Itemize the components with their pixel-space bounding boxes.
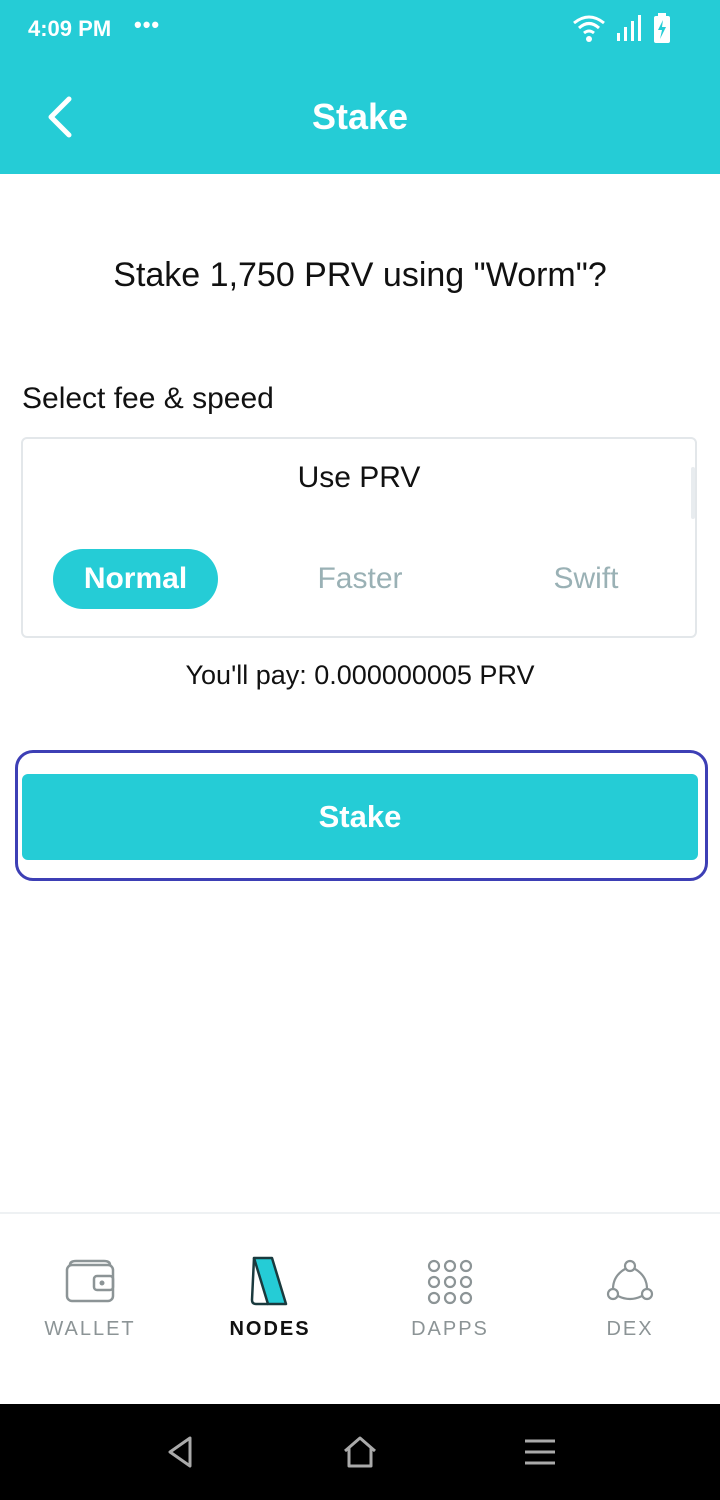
wallet-icon xyxy=(65,1259,115,1303)
wifi-icon xyxy=(573,15,605,42)
tab-label-wallet: WALLET xyxy=(44,1318,136,1340)
home-icon xyxy=(344,1436,376,1468)
fee-amount-text: You'll pay: 0.000000005 PRV xyxy=(185,660,535,690)
grid-icon xyxy=(427,1259,473,1305)
status-bar: 4:09 PM ••• xyxy=(0,0,720,60)
tab-label-dex: DEX xyxy=(606,1318,654,1340)
signal-icon xyxy=(617,15,641,41)
speed-option-normal[interactable]: Normal xyxy=(53,549,218,609)
fee-token-selector[interactable]: Use PRV xyxy=(23,461,695,495)
fee-selector-card: Use PRV Normal Faster Swift xyxy=(21,437,697,638)
tab-label-nodes: NODES xyxy=(229,1318,311,1340)
battery-icon xyxy=(654,13,670,43)
nav-home-button[interactable] xyxy=(335,1432,385,1472)
status-more-icon: ••• xyxy=(134,12,161,37)
system-navigation-bar xyxy=(0,1404,720,1500)
nav-back-button[interactable] xyxy=(155,1432,205,1472)
bottom-tab-bar: WALLET NODES DAPPS DEX xyxy=(0,1214,720,1404)
stake-button[interactable]: Stake xyxy=(22,774,698,860)
menu-icon xyxy=(525,1439,555,1465)
dex-icon xyxy=(606,1259,654,1301)
tab-nodes[interactable]: NODES xyxy=(180,1254,360,1341)
speed-option-swift[interactable]: Swift xyxy=(511,549,661,609)
page-title: Stake xyxy=(311,96,409,137)
status-time: 4:09 PM xyxy=(28,16,112,41)
stake-confirmation-question: Stake 1,750 PRV using "Worm"? xyxy=(113,256,607,294)
tab-dex[interactable]: DEX xyxy=(540,1254,720,1341)
app-bar: Stake xyxy=(0,60,720,174)
fee-section-label: Select fee & speed xyxy=(22,382,274,415)
tab-wallet[interactable]: WALLET xyxy=(0,1254,180,1341)
tab-label-dapps: DAPPS xyxy=(411,1318,489,1340)
tab-dapps[interactable]: DAPPS xyxy=(360,1254,540,1341)
nodes-icon xyxy=(250,1256,288,1306)
speed-option-faster[interactable]: Faster xyxy=(285,549,435,609)
nav-menu-button[interactable] xyxy=(515,1432,565,1472)
status-icons xyxy=(572,12,672,44)
triangle-back-icon xyxy=(168,1436,192,1468)
